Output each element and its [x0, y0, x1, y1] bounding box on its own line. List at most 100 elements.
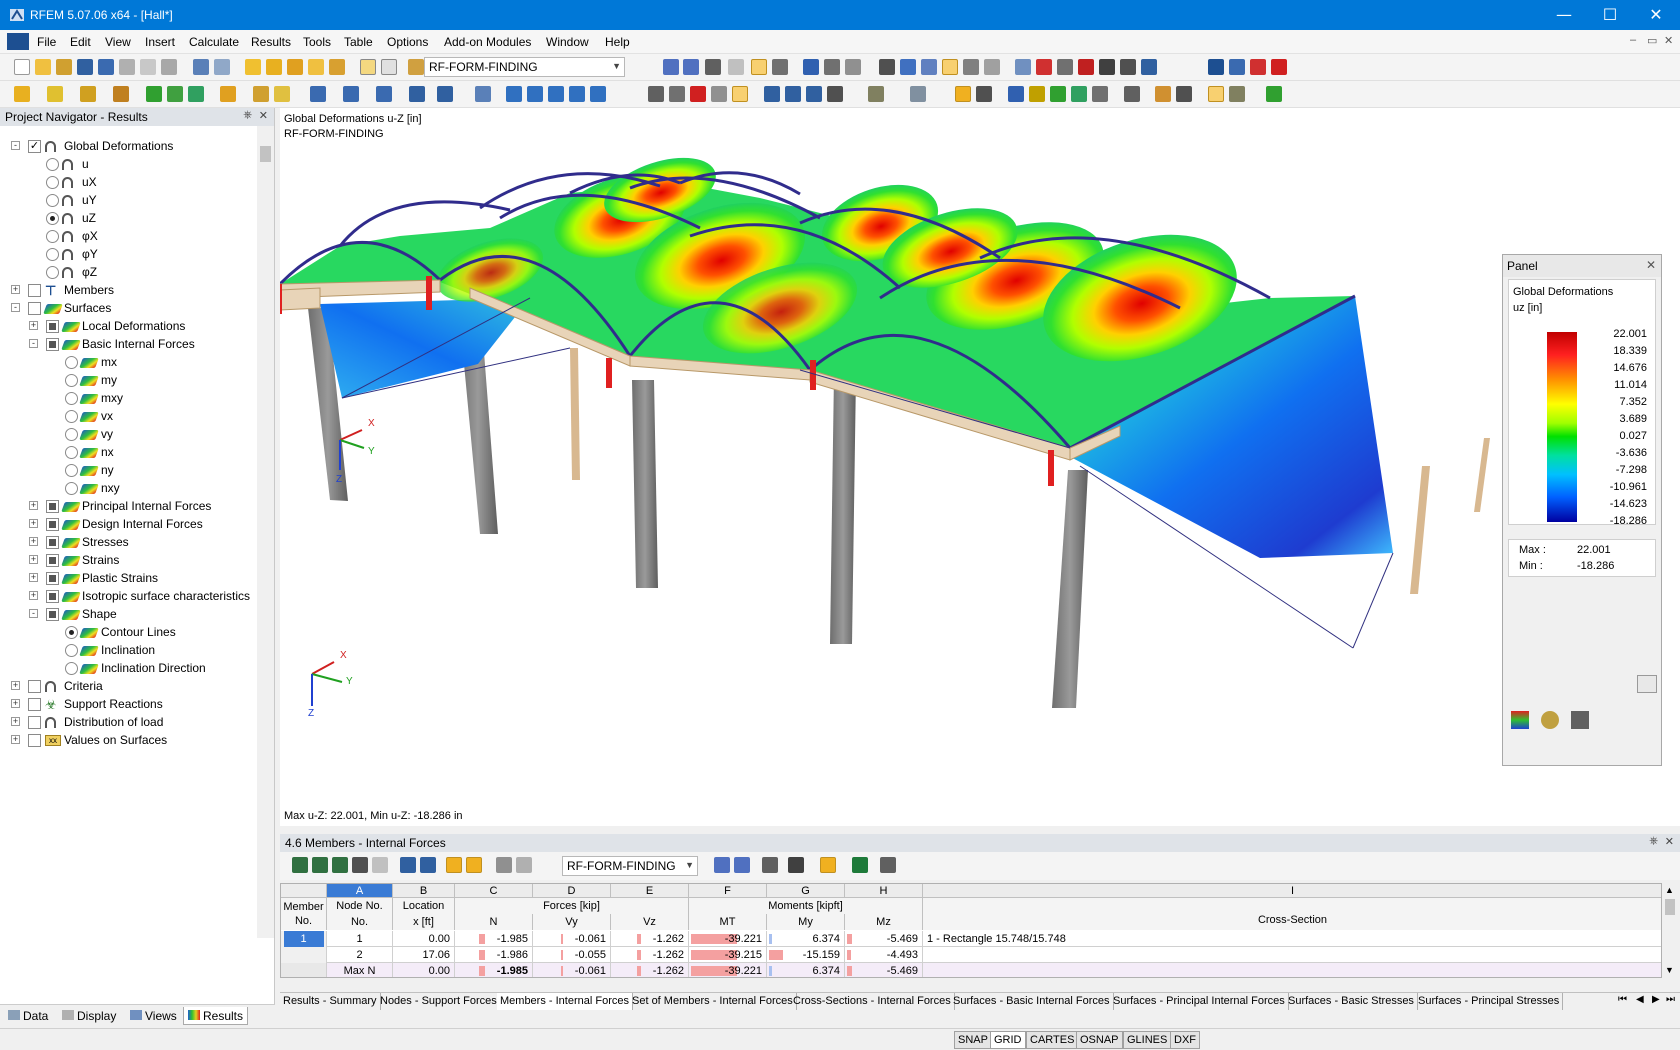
cross-section-cell[interactable] [923, 963, 1661, 977]
collapse-icon[interactable]: - [29, 609, 38, 618]
menu-insert[interactable]: Insert [145, 35, 175, 49]
table-row[interactable]: 2 17.06 -1.986 -0.055 -1.262 -39.215 -15… [281, 947, 1661, 963]
menu-file[interactable]: File [37, 35, 56, 49]
axis-z-icon[interactable] [806, 86, 822, 102]
glines-toggle[interactable]: GLINES [1123, 1031, 1172, 1049]
check-icon[interactable] [1266, 86, 1282, 102]
column-header[interactable]: I [923, 884, 1661, 898]
menu-help[interactable]: Help [605, 35, 630, 49]
member-cell[interactable] [281, 963, 327, 977]
prev-tab-icon[interactable]: ◀ [1636, 994, 1644, 1005]
zoom-window-icon[interactable] [669, 86, 685, 102]
results-values-icon[interactable] [728, 59, 744, 75]
tree-item-vx[interactable]: vx [0, 408, 250, 425]
cross-section-cell[interactable]: 1 - Rectangle 15.748/15.748 [923, 931, 1661, 947]
cartes-toggle[interactable]: CARTES [1026, 1031, 1079, 1049]
tree-item-nxy[interactable]: nxy [0, 480, 250, 497]
print-graphic-icon[interactable] [140, 59, 156, 75]
vz-cell[interactable]: -1.262 [611, 947, 689, 963]
tab-surfaces-basic-stresses[interactable]: Surfaces - Basic Stresses [1285, 993, 1418, 1010]
tree-item-my[interactable]: my [0, 372, 250, 389]
node-cell[interactable]: 2 [327, 947, 393, 963]
checkbox[interactable] [46, 554, 59, 567]
expand-icon[interactable]: + [11, 681, 20, 690]
osnap-toggle[interactable]: OSNAP [1076, 1031, 1123, 1049]
results-on-icon[interactable] [705, 59, 721, 75]
n-cell[interactable]: -1.985 [455, 931, 533, 947]
tree-item-contour-lines[interactable]: Contour Lines [0, 624, 250, 641]
next-tab-icon[interactable]: ▶ [1652, 994, 1660, 1005]
radio[interactable] [65, 428, 78, 441]
column-header[interactable]: B [393, 884, 455, 898]
connect-icon[interactable] [343, 86, 359, 102]
checkbox[interactable] [46, 590, 59, 603]
solid-icon[interactable] [437, 86, 453, 102]
checkbox[interactable] [46, 572, 59, 585]
tree-item-u[interactable]: u [0, 156, 250, 173]
grid-icon[interactable] [845, 59, 861, 75]
next-icon[interactable] [734, 857, 750, 873]
tree-item-ux[interactable]: uX [0, 174, 250, 191]
expand-icon[interactable]: + [29, 321, 38, 330]
mt-cell[interactable]: -39.221 [689, 963, 767, 977]
view-iso-icon[interactable] [942, 59, 958, 75]
pdf-icon[interactable] [1250, 59, 1266, 75]
expand-icon[interactable]: + [29, 501, 38, 510]
tree-item-distribution-of-load[interactable]: + Distribution of load [0, 714, 250, 731]
table-icon-11[interactable] [516, 857, 532, 873]
column-header[interactable]: F [689, 884, 767, 898]
radio[interactable] [65, 392, 78, 405]
report-icon[interactable] [1271, 59, 1287, 75]
checkbox[interactable] [28, 716, 41, 729]
radio[interactable] [46, 194, 59, 207]
filter-icon[interactable] [762, 857, 778, 873]
window-icon[interactable] [1176, 86, 1192, 102]
vz-cell[interactable]: -1.262 [611, 931, 689, 947]
expand-icon[interactable]: + [29, 555, 38, 564]
node-icon[interactable] [14, 86, 30, 102]
close-icon[interactable]: ✕ [259, 109, 268, 122]
color-scale-icon[interactable] [1511, 711, 1529, 729]
pen-icon[interactable] [1571, 711, 1589, 729]
result-beams-icon[interactable] [590, 86, 606, 102]
expand-icon[interactable]: + [29, 537, 38, 546]
doc-close-icon[interactable]: ✕ [1664, 34, 1673, 47]
column-header[interactable]: H [845, 884, 923, 898]
node-cell[interactable]: 1 [327, 931, 393, 947]
collapse-icon[interactable]: - [29, 339, 38, 348]
select-icon[interactable] [308, 59, 324, 75]
first-tab-icon[interactable]: ⏮ [1618, 994, 1627, 1005]
menu-results[interactable]: Results [251, 35, 291, 49]
measure-icon[interactable] [1036, 59, 1052, 75]
line-icon[interactable] [47, 86, 63, 102]
print-report-icon[interactable] [161, 59, 177, 75]
tree-item-basic-internal-forces[interactable]: - Basic Internal Forces [0, 336, 250, 353]
close-button[interactable]: ✕ [1633, 0, 1679, 30]
edit-icon[interactable] [245, 59, 261, 75]
checkbox[interactable] [28, 302, 41, 315]
radio[interactable] [65, 356, 78, 369]
tree-item-phiz[interactable]: φZ [0, 264, 250, 281]
tree-item-shape[interactable]: - Shape [0, 606, 250, 623]
member-icon[interactable] [80, 86, 96, 102]
scroll-up-icon[interactable]: ▲ [1665, 885, 1674, 895]
document-icon[interactable] [7, 33, 29, 50]
table-icon-7[interactable] [420, 857, 436, 873]
table-icon-3[interactable] [332, 857, 348, 873]
tree-item-ny[interactable]: ny [0, 462, 250, 479]
checkbox[interactable] [46, 608, 59, 621]
tree-item-plastic-strains[interactable]: + Plastic Strains [0, 570, 250, 587]
tree-item-mxy[interactable]: mxy [0, 390, 250, 407]
n-cell[interactable]: -1.986 [455, 947, 533, 963]
table-icon-2[interactable] [312, 857, 328, 873]
calculator-icon[interactable] [880, 857, 896, 873]
camera-icon[interactable] [1099, 59, 1115, 75]
mz-cell[interactable]: -5.469 [845, 963, 923, 977]
show-results-icon[interactable] [751, 59, 767, 75]
tree-item-uz[interactable]: uZ [0, 210, 250, 227]
tab-nodes-support-forces[interactable]: Nodes - Support Forces [377, 993, 501, 1010]
tab-surfaces-principal-stresses[interactable]: Surfaces - Principal Stresses [1415, 993, 1564, 1010]
export-icon[interactable] [1229, 59, 1245, 75]
rendering-icon[interactable] [963, 59, 979, 75]
table-icon-8[interactable] [446, 857, 462, 873]
